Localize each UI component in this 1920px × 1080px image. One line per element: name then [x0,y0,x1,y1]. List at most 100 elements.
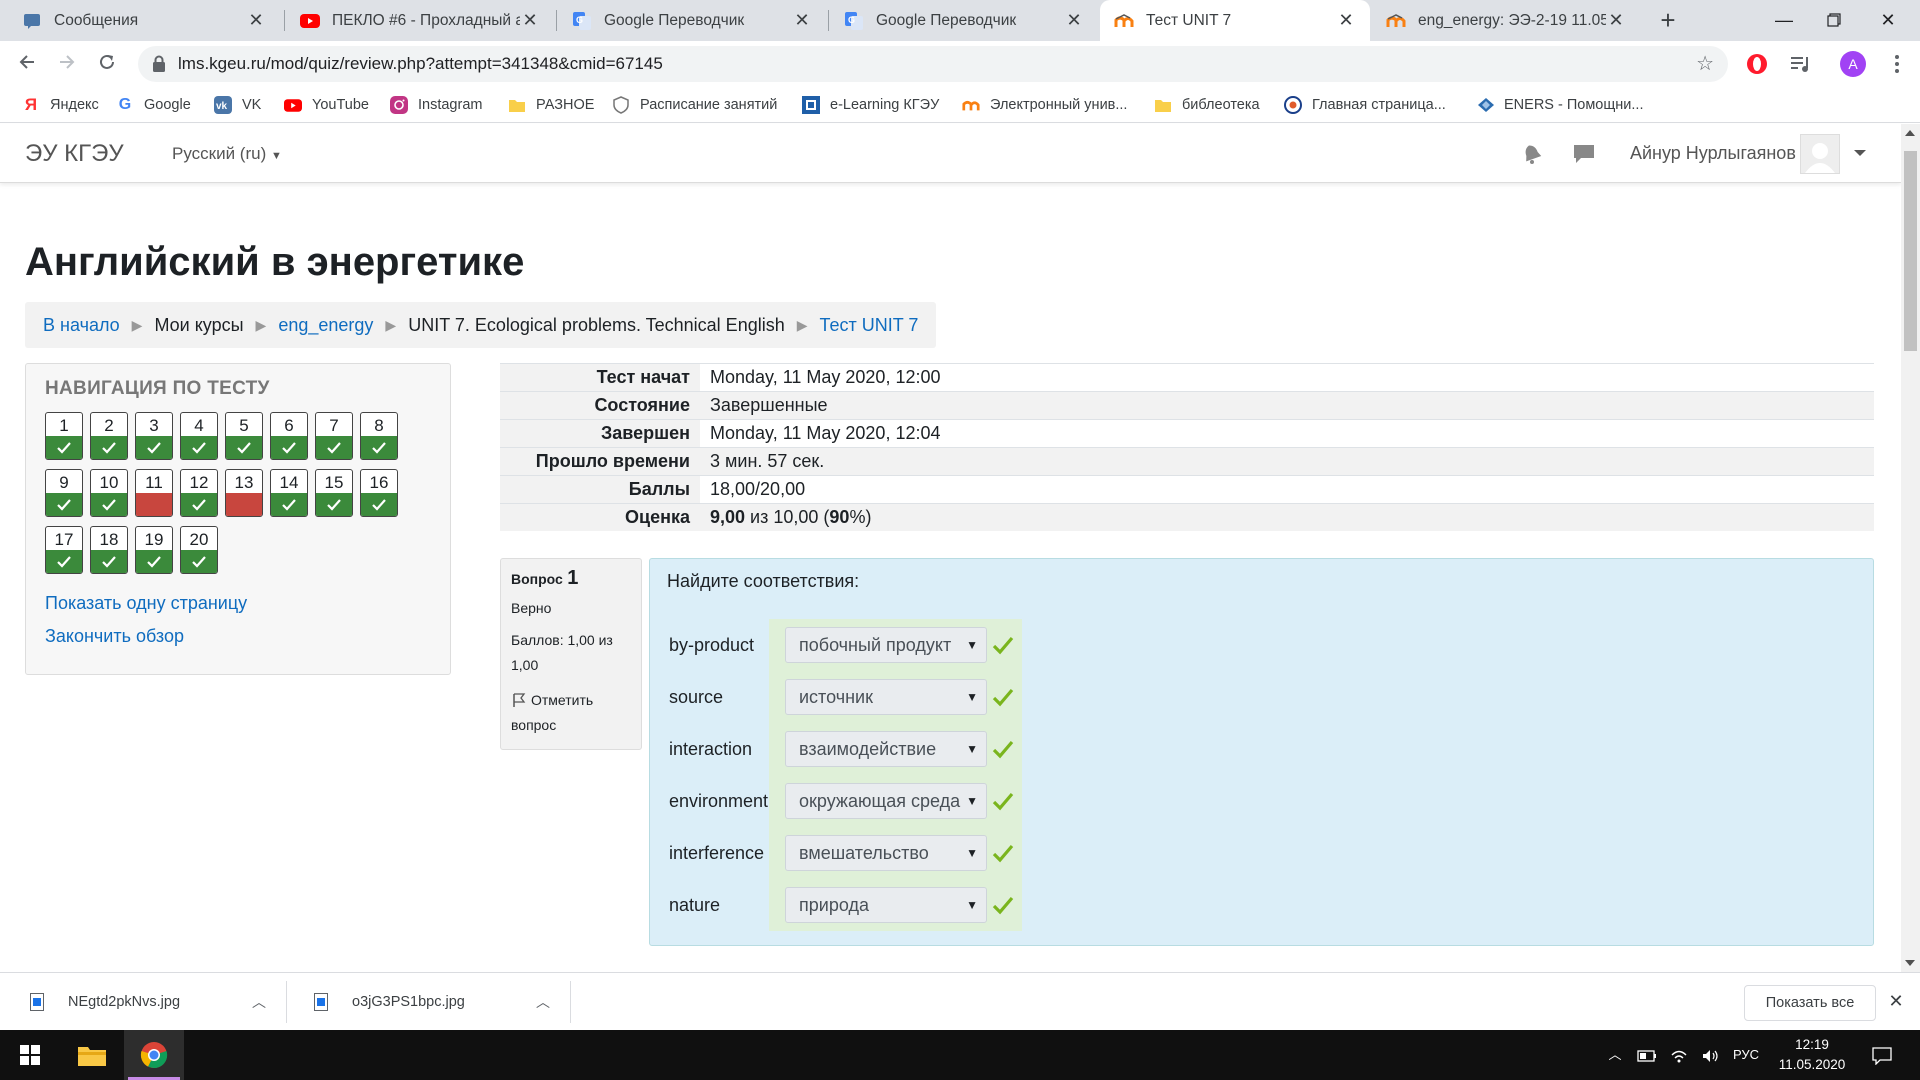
breadcrumb-separator-icon: ▶ [796,316,808,333]
match-answer-select[interactable]: окружающая среда ▼ [785,783,987,819]
browser-tab-1[interactable]: ПЕКЛО #6 - Прохладный ад ✕ [286,0,554,41]
question-nav-button[interactable]: 9 [45,469,83,517]
scroll-down-arrow-icon[interactable] [1905,960,1915,966]
new-tab-button[interactable]: + [1654,6,1682,34]
match-answer-select[interactable]: побочный продукт ▼ [785,627,987,663]
match-answer-select[interactable]: источник ▼ [785,679,987,715]
bookmark-schedule[interactable]: Расписание занятий [612,87,777,123]
bookmark-instagram[interactable]: Instagram [390,87,482,123]
notifications-icon[interactable] [1864,1030,1900,1080]
site-brand[interactable]: ЭУ КГЭУ [25,124,124,183]
question-nav-button[interactable]: 11 [135,469,173,517]
question-nav-button[interactable]: 7 [315,412,353,460]
language-menu[interactable]: Русский (ru) ▼ [172,124,282,186]
show-one-page-link[interactable]: Показать одну страницу [45,593,247,614]
chrome-taskbar-icon[interactable] [124,1030,184,1080]
question-nav-button[interactable]: 14 [270,469,308,517]
breadcrumb-course[interactable]: eng_energy [278,315,373,336]
question-nav-button[interactable]: 2 [90,412,128,460]
bookmark-youtube[interactable]: YouTube [284,87,369,123]
battery-icon[interactable] [1634,1030,1660,1080]
question-nav-button[interactable]: 19 [135,526,173,574]
wifi-icon[interactable] [1666,1030,1692,1080]
taskbar-clock[interactable]: 12:19 11.05.2020 [1770,1035,1854,1075]
bookmark-google[interactable]: G Google [116,87,191,123]
question-nav-button[interactable]: 13 [225,469,263,517]
question-nav-button[interactable]: 6 [270,412,308,460]
vk-icon: vk [214,96,232,114]
question-nav-button[interactable]: 12 [180,469,218,517]
question-nav-button[interactable]: 4 [180,412,218,460]
bookmark-vk[interactable]: vk VK [214,87,261,123]
question-nav-button[interactable]: 3 [135,412,173,460]
close-icon[interactable]: ✕ [246,10,266,31]
browser-tab-3[interactable]: G Google Переводчик ✕ [830,0,1098,41]
bookmark-electronic-univ[interactable]: Электронный унив... [962,87,1127,123]
question-nav-button[interactable]: 20 [180,526,218,574]
close-icon[interactable]: ✕ [1606,10,1626,31]
download-item[interactable]: o3jG3PS1bpc.jpg ︿ [314,973,554,1031]
user-avatar[interactable] [1800,134,1840,174]
user-menu-caret-icon[interactable] [1854,150,1866,156]
match-answer-select[interactable]: вмешательство ▼ [785,835,987,871]
google-icon: G [118,96,132,113]
bookmark-folder-library[interactable]: библеотека [1154,87,1260,123]
address-bar[interactable]: lms.kgeu.ru/mod/quiz/review.php?attempt=… [138,46,1728,82]
close-icon[interactable]: ✕ [792,10,812,31]
question-nav-button[interactable]: 15 [315,469,353,517]
reload-button[interactable] [92,49,122,79]
profile-avatar[interactable]: A [1840,51,1866,77]
match-answer-value: источник [799,687,873,707]
bookmark-eners[interactable]: ENERS - Помощни... [1476,87,1644,123]
media-controls-icon[interactable] [1788,51,1814,77]
chevron-up-icon[interactable]: ︿ [252,992,266,1012]
browser-tab-5[interactable]: eng_energy: ЭЭ-2-19 11.05.2 ✕ [1372,0,1640,41]
question-nav-button[interactable]: 5 [225,412,263,460]
question-nav-number: 8 [374,416,384,435]
breadcrumb-home[interactable]: В начало [43,315,120,336]
show-all-downloads-button[interactable]: Показать все [1744,985,1876,1021]
bookmark-folder-raznoe[interactable]: РАЗНОЕ [508,87,594,123]
close-window-button[interactable]: ✕ [1856,0,1920,41]
scrollbar-thumb[interactable] [1904,151,1917,351]
question-nav-button[interactable]: 17 [45,526,83,574]
question-nav-button[interactable]: 10 [90,469,128,517]
match-answer-select[interactable]: взаимодействие ▼ [785,731,987,767]
volume-icon[interactable] [1698,1030,1724,1080]
windows-start-icon[interactable] [0,1030,60,1080]
close-icon[interactable]: ✕ [1884,987,1908,1015]
file-explorer-icon[interactable] [62,1030,122,1080]
bookmark-main-page[interactable]: Главная страница... [1284,87,1446,123]
finish-review-link[interactable]: Закончить обзор [45,626,184,647]
browser-tab-0[interactable]: Сообщения ✕ [8,0,280,41]
close-icon[interactable]: ✕ [520,10,540,31]
scroll-up-arrow-icon[interactable] [1905,130,1915,136]
flag-question-link[interactable]: Отметить вопрос [511,688,631,738]
messages-icon[interactable] [1572,142,1596,166]
notification-bell-icon[interactable] [1520,142,1544,166]
user-name[interactable]: Айнур Нурлыгаянов [1630,124,1796,183]
question-nav-button[interactable]: 8 [360,412,398,460]
bookmark-yandex[interactable]: Я Яндекс [22,87,99,123]
back-button[interactable] [12,49,42,79]
match-answer-select[interactable]: природа ▼ [785,887,987,923]
opera-extension-icon[interactable] [1744,51,1770,77]
question-nav-button[interactable]: 16 [360,469,398,517]
tray-chevron-up-icon[interactable]: ︿ [1604,1030,1626,1080]
keyboard-language[interactable]: РУС [1728,1030,1764,1080]
bookmark-star-icon[interactable]: ☆ [1696,46,1714,82]
breadcrumb-quiz[interactable]: Тест UNIT 7 [820,315,919,336]
bookmark-elearning[interactable]: e-Learning КГЭУ [802,87,939,123]
correct-check-icon [992,844,1014,863]
chevron-up-icon[interactable]: ︿ [536,992,550,1012]
browser-menu-icon[interactable] [1884,51,1910,77]
download-item[interactable]: NEgtd2pkNvs.jpg ︿ [30,973,270,1031]
browser-tab-2[interactable]: G Google Переводчик ✕ [558,0,826,41]
close-icon[interactable]: ✕ [1336,10,1356,31]
question-nav-button[interactable]: 1 [45,412,83,460]
close-icon[interactable]: ✕ [1064,10,1084,31]
question-nav-button[interactable]: 18 [90,526,128,574]
page-scrollbar[interactable] [1901,124,1920,972]
forward-button[interactable] [52,49,82,79]
browser-tab-4[interactable]: Тест UNIT 7 ✕ [1100,0,1370,41]
